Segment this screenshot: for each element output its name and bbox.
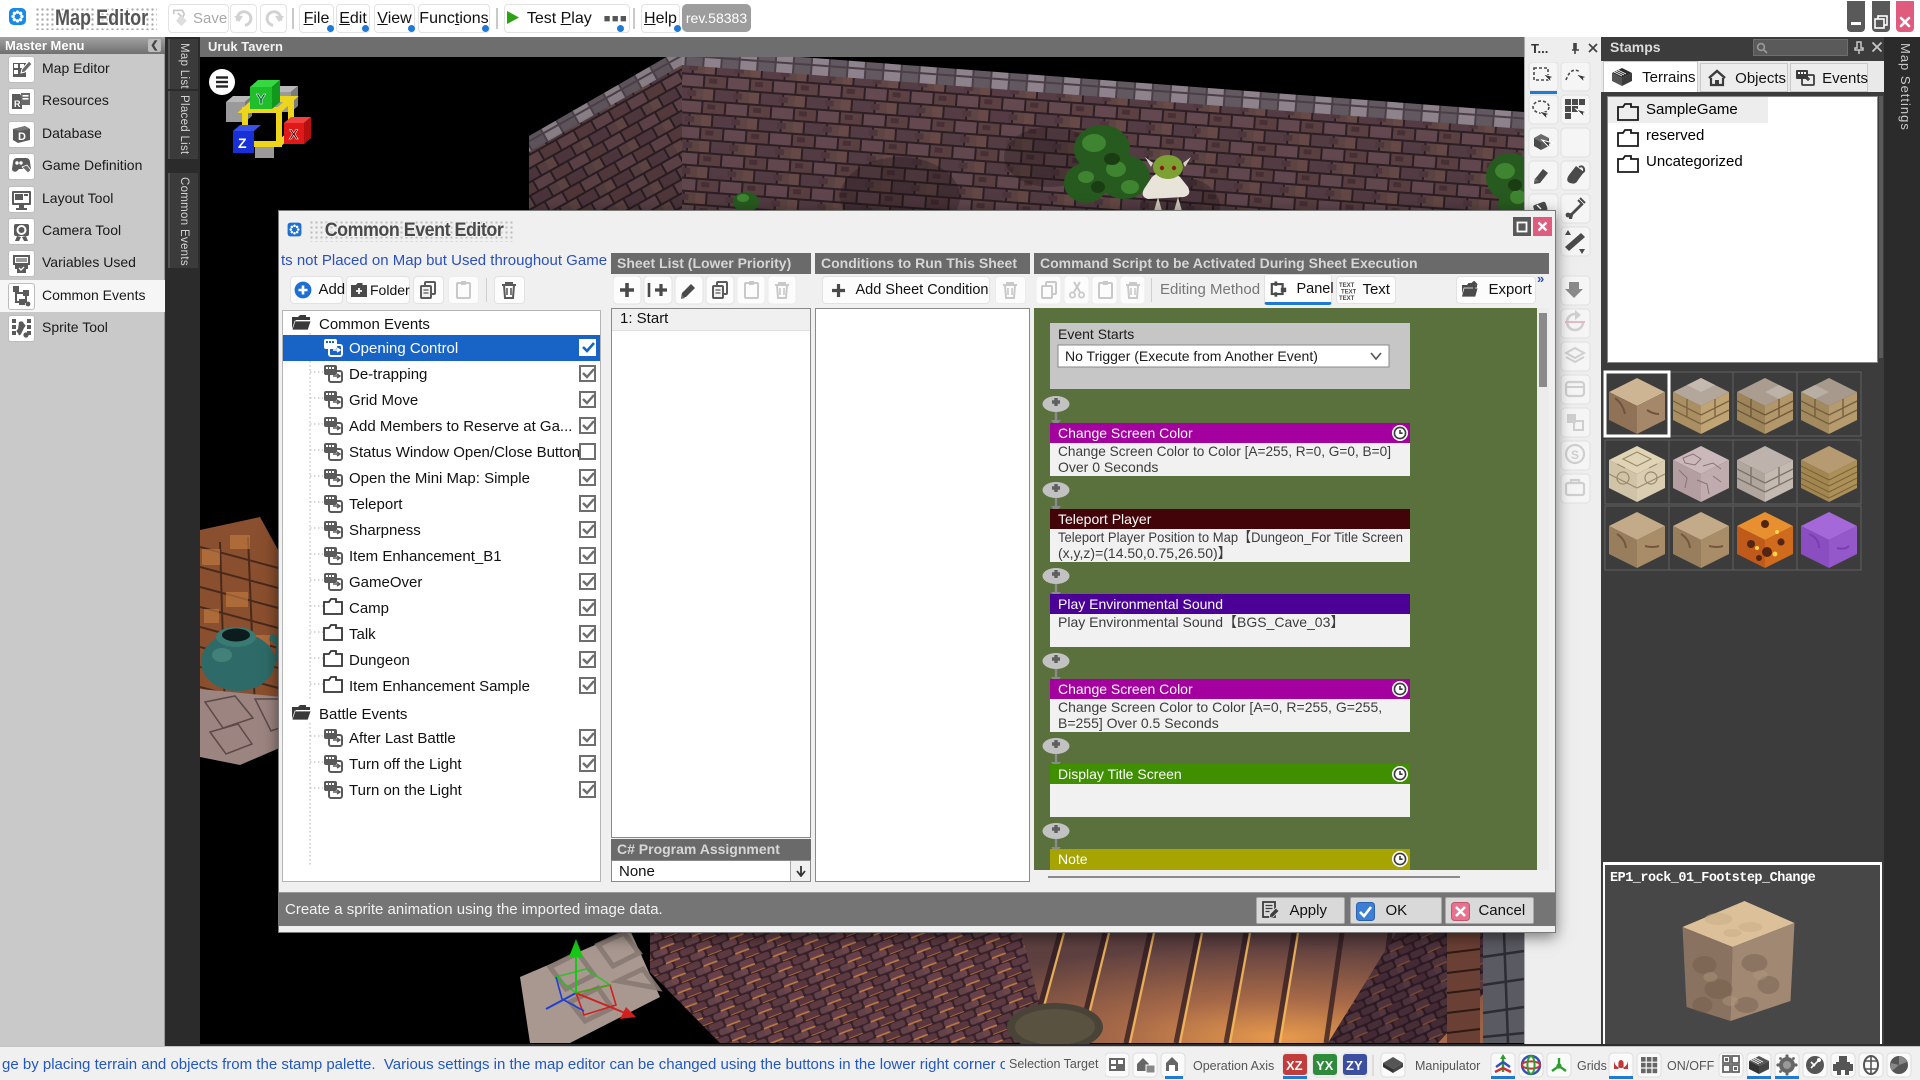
svg-text:Teleport: Teleport [349,496,403,513]
svg-text:Change Screen Color to Color [: Change Screen Color to Color [A=255, R=0… [1058,443,1391,459]
svg-text:Change Screen Color: Change Screen Color [1058,425,1193,441]
svg-text:Grids: Grids [1577,1059,1607,1073]
svg-text:No Trigger (Execute from Anoth: No Trigger (Execute from Another Event) [1065,348,1318,364]
svg-text:Turn off the Light: Turn off the Light [349,756,462,773]
svg-text:X: X [289,126,299,142]
svg-text:(x,y,z)=(14.50,0.75,26.50)】: (x,y,z)=(14.50,0.75,26.50)】 [1058,545,1232,561]
svg-text:D: D [18,131,26,143]
svg-text:ON/OFF: ON/OFF [1667,1059,1715,1073]
svg-text:Add Members to Reserve at Ga..: Add Members to Reserve at Ga... [349,418,572,435]
svg-text:XZ: XZ [1286,1058,1303,1073]
svg-text:TEXT: TEXT [1339,296,1355,301]
svg-text:Change Screen Color to Color [: Change Screen Color to Color [A=0, R=255… [1058,699,1382,715]
svg-text:Common Events: Common Events [319,316,430,333]
svg-text:GameOver: GameOver [349,574,422,591]
svg-text:Sharpness: Sharpness [349,522,421,539]
svg-text:ZY: ZY [1346,1058,1363,1073]
svg-text:Y: Y [256,91,266,108]
svg-text:Note: Note [1058,851,1088,867]
svg-text:TEXT: TEXT [1341,290,1356,296]
svg-text:Display Title Screen: Display Title Screen [1058,766,1182,782]
svg-text:Item Enhancement Sample: Item Enhancement Sample [349,678,530,695]
svg-text:De-trapping: De-trapping [349,366,427,383]
svg-text:YX: YX [1316,1058,1334,1073]
svg-text:Battle Events: Battle Events [319,706,407,723]
svg-text:Event Starts: Event Starts [1058,326,1134,342]
svg-text:After Last Battle: After Last Battle [349,730,456,747]
svg-text:Turn on the Light: Turn on the Light [349,782,463,799]
svg-text:Change Screen Color: Change Screen Color [1058,681,1193,697]
svg-text:Play Environmental Sound: Play Environmental Sound [1058,596,1223,612]
svg-text:Camp: Camp [349,600,389,617]
svg-text:Teleport Player Position to Ma: Teleport Player Position to Map【Dungeon_… [1058,529,1403,545]
svg-text:Operation Axis: Operation Axis [1193,1059,1274,1073]
svg-text:Open the Mini Map: Simple: Open the Mini Map: Simple [349,470,530,487]
svg-text:Over 0 Seconds: Over 0 Seconds [1058,459,1158,475]
svg-text:Opening Control: Opening Control [349,340,458,357]
svg-text:Status Window Open/Close Butto: Status Window Open/Close Button [349,444,580,461]
svg-text:Item Enhancement_B1: Item Enhancement_B1 [349,548,502,565]
svg-text:Z: Z [238,135,247,151]
svg-text:S: S [1571,448,1579,462]
svg-text:B=255] Over 0.5 Seconds: B=255] Over 0.5 Seconds [1058,715,1219,731]
svg-text:Manipulator: Manipulator [1415,1059,1480,1073]
svg-text:Talk: Talk [349,626,376,643]
svg-text:R: R [14,99,21,109]
svg-text:Play Environmental Sound【BGS_C: Play Environmental Sound【BGS_Cave_03】 [1058,614,1344,630]
svg-text:Dungeon: Dungeon [349,652,410,669]
svg-text:Teleport Player: Teleport Player [1058,511,1152,527]
svg-text:TEXT: TEXT [1339,283,1355,289]
svg-text:Grid Move: Grid Move [349,392,418,409]
